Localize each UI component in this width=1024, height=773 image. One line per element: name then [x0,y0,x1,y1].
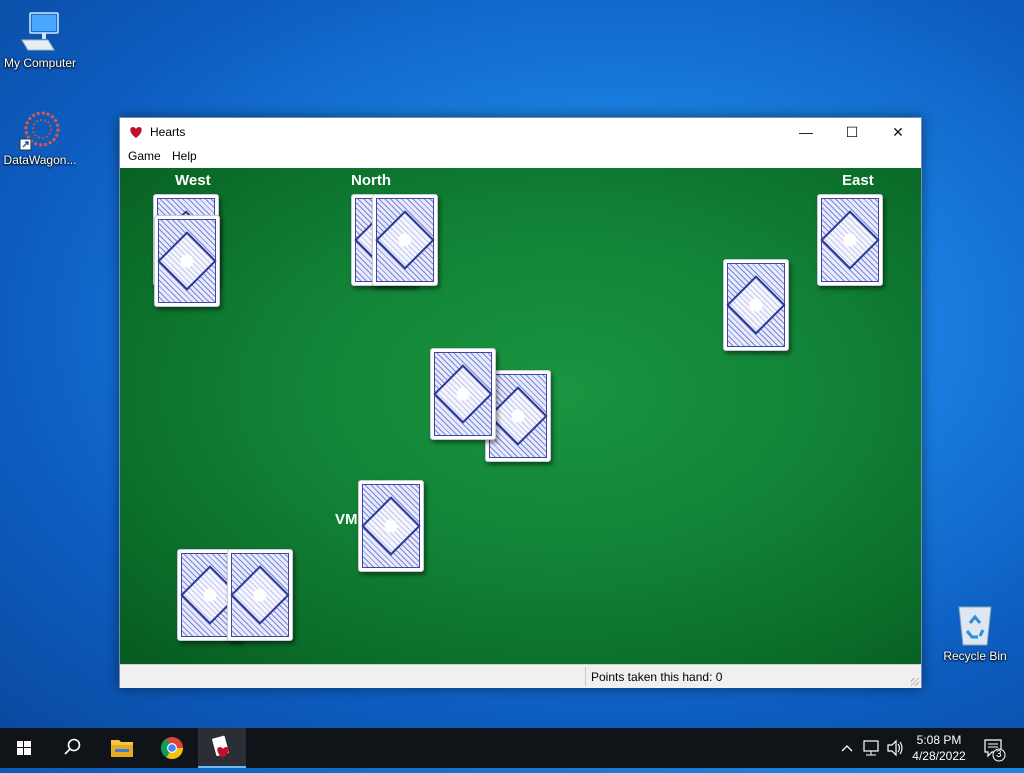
hearts-window: Hearts — ☐ ✕ Game Help West North East V… [119,117,922,688]
search-button[interactable] [48,728,96,768]
maximize-button[interactable]: ☐ [829,118,875,146]
volume-icon [887,739,903,757]
card-east-played [723,259,789,351]
title-bar[interactable]: Hearts — ☐ ✕ [120,118,921,146]
card-north-hand [372,194,438,286]
window-title: Hearts [150,125,186,139]
player-label-south: VM [335,511,358,528]
clock-time: 5:08 PM [916,733,962,747]
desktop-icon-my-computer[interactable]: My Computer [0,10,80,70]
card-table: West North East VM [120,168,921,664]
card-south-played[interactable] [358,480,424,572]
desktop-icon-label: DataWagon... [3,153,77,167]
player-label-north: North [351,172,391,189]
status-separator [585,667,586,686]
card-south-hand[interactable] [227,549,293,641]
datawagon-icon [18,107,62,151]
desktop-icon-datawagon[interactable]: DataWagon... [0,107,80,167]
start-icon [17,741,31,755]
chrome-icon [161,737,183,759]
status-bar: Points taken this hand: 0 [120,664,921,688]
taskbar: 5:08 PM 4/28/2022 3 [0,728,1024,768]
card-east-hand [817,194,883,286]
card-west-hand [154,215,220,307]
taskbar-hearts[interactable] [198,728,246,768]
points-status: Points taken this hand: 0 [591,670,723,684]
menu-help[interactable]: Help [172,149,197,163]
resize-grip[interactable] [911,678,919,686]
search-icon [64,738,81,755]
notification-icon [984,739,1006,762]
desktop-icon-label: My Computer [3,56,77,70]
action-center-button[interactable]: 3 [980,728,1010,768]
menu-bar: Game Help [120,146,921,167]
clock-date: 4/28/2022 [912,749,966,763]
start-button[interactable] [0,728,48,768]
network-status[interactable] [860,728,882,768]
minimize-button[interactable]: — [783,118,829,146]
show-hidden-icons[interactable] [838,728,856,768]
notification-count: 3 [996,749,1002,760]
network-icon [863,740,879,756]
desktop-icon-recycle-bin[interactable]: Recycle Bin [935,603,1015,663]
hearts-app-icon [212,735,229,758]
file-explorer-icon [111,740,133,757]
player-label-west: West [175,172,211,189]
recycle-bin-icon [953,603,997,647]
taskbar-file-explorer[interactable] [98,728,146,768]
taskbar-chrome[interactable] [148,728,196,768]
card-center-trick [430,348,496,440]
desktop-icon-label: Recycle Bin [943,649,1007,663]
player-label-east: East [842,172,874,189]
volume-control[interactable] [884,728,906,768]
chevron-up-icon [841,745,853,752]
taskbar-clock[interactable]: 5:08 PM 4/28/2022 [906,732,972,764]
menu-game[interactable]: Game [128,149,161,163]
hearts-app-icon [128,124,144,140]
computer-icon [18,10,62,54]
close-button[interactable]: ✕ [875,118,921,146]
